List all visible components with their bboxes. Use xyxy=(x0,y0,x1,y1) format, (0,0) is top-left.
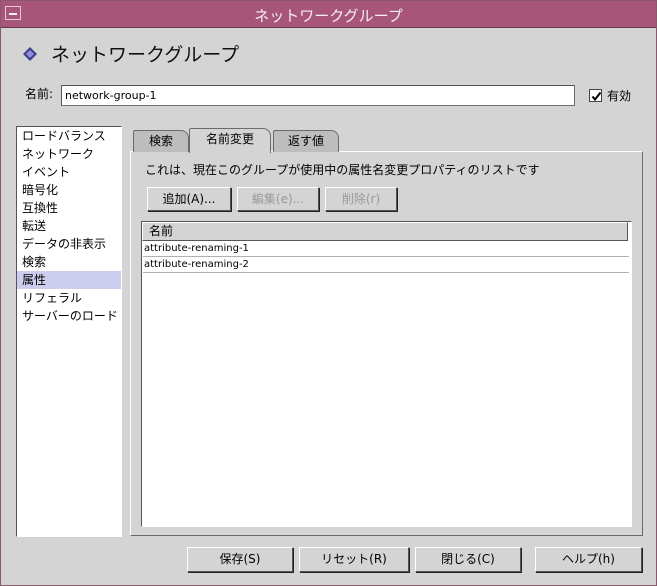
sidebar-item-compatibility[interactable]: 互換性 xyxy=(17,199,121,217)
sidebar-item-server-load[interactable]: サーバーのロード xyxy=(17,307,121,325)
sidebar-item-data-hiding[interactable]: データの非表示 xyxy=(17,235,121,253)
sidebar-item-referral[interactable]: リフェラル xyxy=(17,289,121,307)
title-bar[interactable]: ネットワークグループ xyxy=(1,1,656,28)
sidebar-item-forwarding[interactable]: 転送 xyxy=(17,217,121,235)
sidebar-item-attributes[interactable]: 属性 xyxy=(17,271,121,289)
table-row[interactable]: attribute-renaming-1 xyxy=(143,241,629,257)
tab-return-values[interactable]: 返す値 xyxy=(273,130,339,152)
table-row[interactable]: attribute-renaming-2 xyxy=(143,257,629,273)
sidebar-item-load-balance[interactable]: ロードバランス xyxy=(17,127,121,145)
sidebar-item-encryption[interactable]: 暗号化 xyxy=(17,181,121,199)
sidebar-item-network[interactable]: ネットワーク xyxy=(17,145,121,163)
renaming-table: 名前 attribute-renaming-1 attribute-renami… xyxy=(141,221,632,527)
reset-button[interactable]: リセット(R) xyxy=(299,547,409,572)
sidebar-item-search[interactable]: 検索 xyxy=(17,253,121,271)
enabled-label: 有効 xyxy=(607,89,632,103)
save-button[interactable]: 保存(S) xyxy=(187,547,293,572)
name-input[interactable] xyxy=(61,85,575,106)
checkmark-icon xyxy=(591,91,602,102)
window-title: ネットワークグループ xyxy=(254,7,403,25)
diamond-icon xyxy=(23,47,37,61)
tab-search[interactable]: 検索 xyxy=(133,130,189,152)
close-button[interactable]: 閉じる(C) xyxy=(415,547,521,572)
dialog-window: ネットワークグループ ネットワークグループ 名前: 有効 ロードバランス ネット… xyxy=(0,0,657,586)
delete-button[interactable]: 削除(r) xyxy=(325,187,397,211)
panel-description: これは、現在このグループが使用中の属性名変更プロパティのリストです xyxy=(145,163,540,177)
tab-rename[interactable]: 名前変更 xyxy=(189,128,271,153)
edit-button[interactable]: 編集(e)... xyxy=(237,187,319,211)
page-title: ネットワークグループ xyxy=(51,44,240,66)
name-label: 名前: xyxy=(25,87,54,101)
enabled-checkbox[interactable] xyxy=(589,89,602,102)
add-button[interactable]: 追加(A)... xyxy=(147,187,231,211)
help-button[interactable]: ヘルプ(h) xyxy=(535,547,642,572)
column-header-name[interactable]: 名前 xyxy=(142,222,628,241)
sidebar-item-events[interactable]: イベント xyxy=(17,163,121,181)
sidebar-list: ロードバランス ネットワーク イベント 暗号化 互換性 転送 データの非表示 検… xyxy=(16,126,122,537)
